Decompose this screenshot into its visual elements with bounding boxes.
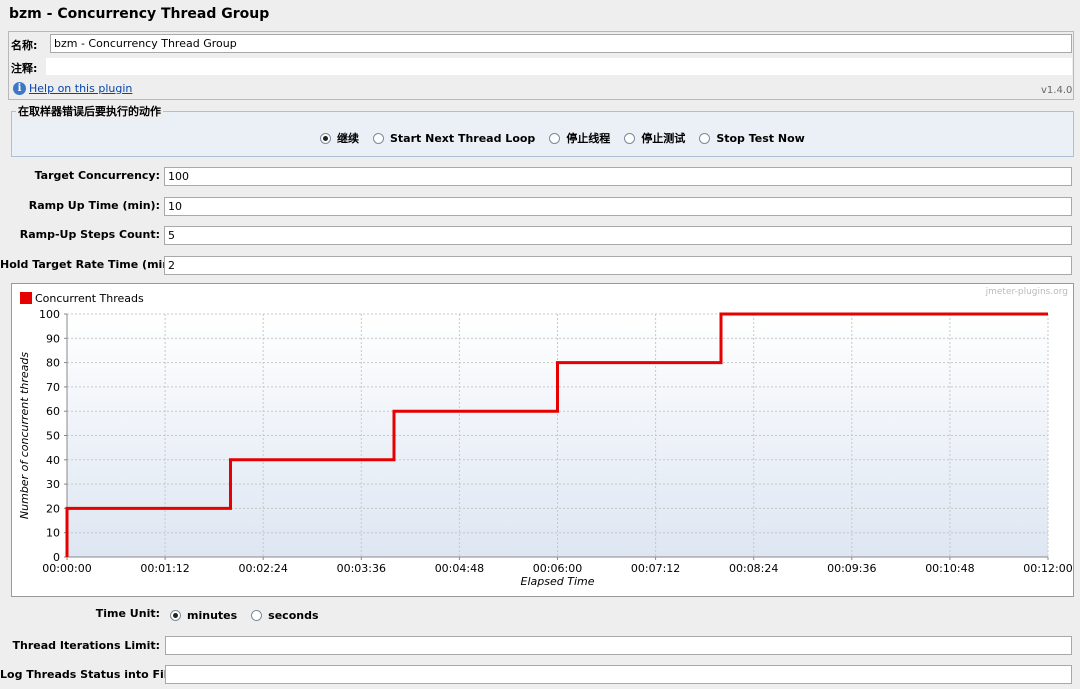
- info-icon: i: [13, 82, 26, 95]
- error-action-legend: 在取样器错误后要执行的动作: [16, 103, 163, 119]
- y-tick-label: 60: [46, 405, 60, 418]
- radio-stop-test[interactable]: [624, 132, 636, 144]
- help-link[interactable]: Help on this plugin: [29, 82, 132, 95]
- version-label: v1.4.0: [1041, 85, 1073, 96]
- x-tick-label: 00:04:48: [435, 562, 484, 575]
- radio-label-minutes: minutes: [187, 609, 238, 622]
- radio-label-stop-thread: 停止线程: [566, 132, 611, 145]
- radio-stop-thread[interactable]: [549, 132, 561, 144]
- time-unit-seconds[interactable]: seconds: [251, 609, 319, 622]
- help-row: i Help on this plugin: [13, 82, 132, 95]
- x-axis-label: Elapsed Time: [521, 575, 595, 588]
- target-concurrency-label: Target Concurrency:: [34, 169, 160, 182]
- hold-time-input[interactable]: 2: [164, 256, 1072, 275]
- chart-panel: 0 10 20 30 40 50 60 70 80 90 100 00:00:00 00:01:12 00…: [11, 283, 1074, 597]
- thread-iterations-label: Thread Iterations Limit:: [12, 639, 160, 652]
- x-tick-label: 00:01:12: [140, 562, 189, 575]
- x-tick-label: 00:12:00: [1023, 562, 1072, 575]
- x-tick-label: 00:03:36: [337, 562, 386, 575]
- name-label: 名称:: [11, 39, 38, 52]
- hold-time-label: Hold Target Rate Time (min):: [0, 258, 180, 271]
- time-unit-options: minutes seconds: [170, 609, 333, 622]
- radio-label-continue: 继续: [337, 132, 359, 145]
- y-tick-label: 100: [39, 308, 60, 321]
- radio-stop-now[interactable]: [699, 132, 711, 144]
- y-tick-label: 50: [46, 430, 60, 443]
- page-title: bzm - Concurrency Thread Group: [9, 6, 270, 22]
- concurrency-chart: 010203040506070809010000:00:00 00:01:12 00…: [18, 287, 1073, 588]
- radio-seconds[interactable]: [251, 610, 263, 621]
- y-tick-label: 90: [46, 332, 60, 345]
- comment-label: 注释:: [11, 62, 38, 75]
- ramp-up-steps-label: Ramp-Up Steps Count:: [19, 228, 160, 241]
- radio-minutes[interactable]: [170, 610, 181, 621]
- error-option-stop-now[interactable]: Stop Test Now: [699, 132, 805, 145]
- radio-label-seconds: seconds: [268, 609, 319, 622]
- y-tick-label: 10: [46, 527, 60, 540]
- x-tick-label: 00:02:24: [238, 562, 287, 575]
- error-option-stop-thread[interactable]: 停止线程: [549, 130, 610, 146]
- log-threads-label: Log Threads Status into File:: [0, 668, 180, 681]
- legend-swatch: [20, 292, 32, 304]
- radio-label-next-loop: Start Next Thread Loop: [390, 131, 536, 145]
- x-tick-label: 00:10:48: [925, 562, 974, 575]
- x-tick-label: 00:07:12: [631, 562, 680, 575]
- watermark: jmeter-plugins.org: [985, 287, 1068, 297]
- radio-label-stop-test: 停止测试: [641, 132, 686, 145]
- x-tick-label: 00:06:00: [533, 562, 582, 575]
- thread-iterations-input[interactable]: [165, 636, 1072, 655]
- error-option-stop-test[interactable]: 停止测试: [624, 130, 685, 146]
- name-input[interactable]: bzm - Concurrency Thread Group: [50, 34, 1072, 53]
- error-action-options: 继续 Start Next Thread Loop 停止线程 停止测试 Stop…: [320, 130, 819, 146]
- radio-continue[interactable]: [320, 132, 331, 144]
- time-unit-label: Time Unit:: [95, 607, 160, 620]
- target-concurrency-input[interactable]: 100: [164, 167, 1072, 186]
- radio-label-stop-now: Stop Test Now: [716, 131, 805, 145]
- ramp-up-time-label: Ramp Up Time (min):: [28, 199, 160, 212]
- ramp-up-steps-input[interactable]: 5: [164, 226, 1072, 245]
- y-tick-label: 80: [46, 357, 60, 370]
- y-axis-label: Number of concurrent threads: [18, 352, 31, 519]
- log-threads-input[interactable]: [165, 665, 1072, 684]
- error-option-continue[interactable]: 继续: [320, 130, 359, 146]
- comment-input[interactable]: [46, 58, 1072, 75]
- y-tick-label: 70: [46, 381, 60, 394]
- y-tick-label: 40: [46, 454, 60, 467]
- x-tick-label: 00:09:36: [827, 562, 876, 575]
- radio-next-loop[interactable]: [373, 132, 384, 144]
- ramp-up-time-input[interactable]: 10: [164, 197, 1072, 216]
- error-option-next-loop[interactable]: Start Next Thread Loop: [373, 132, 535, 145]
- x-tick-label: 00:08:24: [729, 562, 778, 575]
- y-tick-label: 30: [46, 478, 60, 491]
- y-tick-label: 20: [46, 502, 60, 515]
- legend-label: Concurrent Threads: [35, 292, 144, 305]
- x-tick-label: 00:00:00: [42, 562, 91, 575]
- time-unit-minutes[interactable]: minutes: [170, 609, 237, 622]
